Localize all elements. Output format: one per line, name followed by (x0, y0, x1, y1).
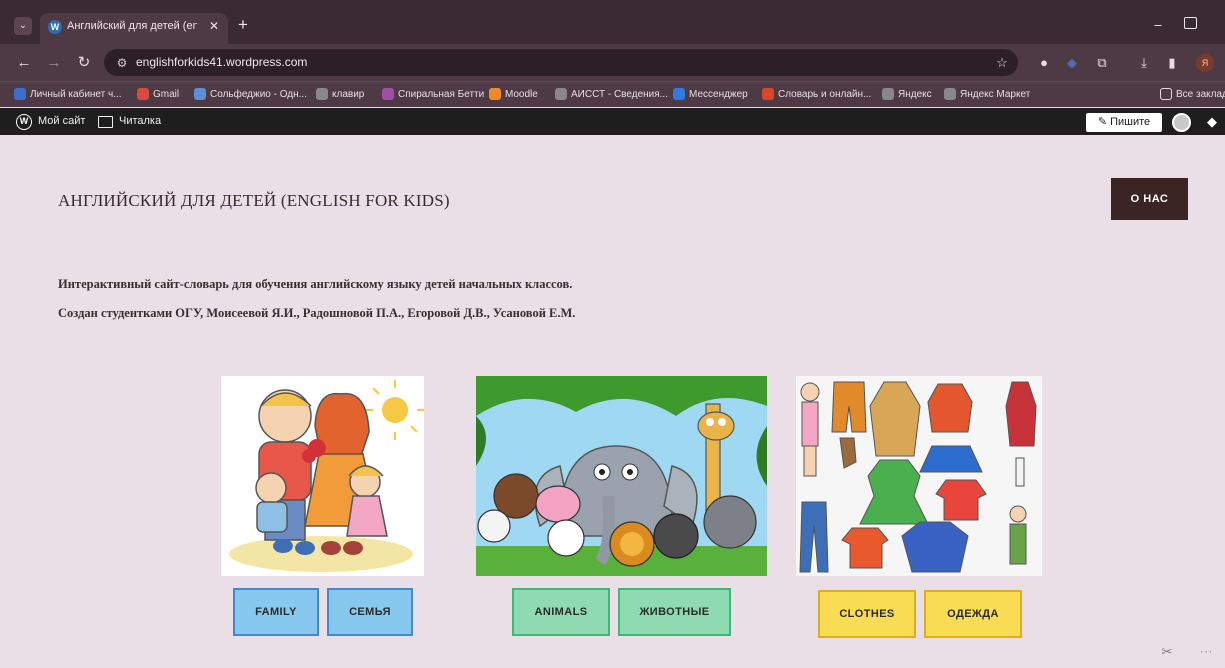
download-icon[interactable]: ⤓ (1134, 53, 1154, 73)
all-bookmarks-folder[interactable]: Все заклад (1160, 86, 1225, 102)
wp-write-button[interactable]: ✎ Пишите (1086, 113, 1162, 132)
messenger-icon (673, 88, 685, 100)
folder-icon (1160, 88, 1172, 100)
window-minimize-icon[interactable]: – (1148, 16, 1168, 34)
family-image[interactable] (221, 376, 424, 576)
bookmark-item[interactable]: Яндекс (882, 86, 932, 102)
bookmark-label: Словарь и онлайн... (778, 88, 872, 100)
animals-illustration (476, 376, 767, 576)
gmail-icon (137, 88, 149, 100)
tab-title: Английский для детей (english (67, 20, 197, 32)
tab-search-chevron-icon[interactable]: ⌄ (14, 17, 32, 35)
all-bookmarks-label: Все заклад (1176, 88, 1225, 100)
globe-icon (944, 88, 956, 100)
site-title[interactable]: АНГЛИЙСКИЙ ДЛЯ ДЕТЕЙ (ENGLISH FOR KIDS) (58, 191, 450, 213)
bookmark-label: Яндекс (898, 88, 932, 100)
bookmark-item[interactable]: Яндекс Маркет (944, 86, 1030, 102)
reader-icon[interactable] (98, 116, 113, 128)
extensions-puzzle-icon[interactable]: ⧉ (1092, 53, 1112, 73)
bookmark-label: Сольфеджио - Одн... (210, 88, 307, 100)
bookmark-item[interactable]: Мессенджер (673, 86, 748, 102)
about-us-button[interactable]: О НАС (1111, 178, 1188, 220)
extension-shield-icon[interactable]: ◆ (1062, 53, 1082, 73)
address-url[interactable]: englishforkids41.wordpress.com (136, 55, 307, 71)
notifications-bell-icon[interactable]: ◆ (1204, 114, 1220, 130)
more-options-icon[interactable]: ⋯ (1196, 643, 1216, 661)
clothes-ru-button[interactable]: ОДЕЖДА (924, 590, 1022, 638)
wp-my-site-link[interactable]: Мой сайт (38, 115, 85, 129)
bookmark-label: Gmail (153, 88, 180, 100)
side-panel-icon[interactable]: ▮ (1162, 53, 1182, 73)
bookmark-label: Спиральная Бетти (398, 88, 485, 100)
bookmark-label: Яндекс Маркет (960, 88, 1031, 100)
bookmark-item[interactable]: Личный кабинет ч... (14, 86, 122, 102)
clothes-en-button[interactable]: CLOTHES (818, 590, 916, 638)
reload-icon[interactable]: ↻ (74, 53, 94, 73)
pencil-icon: ✎ (1097, 116, 1111, 128)
bookmark-star-icon[interactable]: ☆ (992, 53, 1012, 73)
tab-close-icon[interactable]: ✕ (206, 18, 222, 34)
family-ru-button[interactable]: СЕМЬЯ (327, 588, 413, 636)
wordpress-favicon-icon: W (48, 20, 62, 34)
bookmark-label: Moodle (505, 88, 538, 100)
moodle-icon (489, 88, 501, 100)
globe-icon (316, 88, 328, 100)
site-settings-icon[interactable]: ⚙ (114, 55, 130, 71)
wp-write-label: Пишите (1110, 116, 1151, 128)
bookmark-item[interactable]: клавир (316, 86, 364, 102)
extension-globe-icon[interactable]: ● (1034, 53, 1054, 73)
bookmark-item[interactable]: Gmail (137, 86, 179, 102)
new-tab-plus-icon[interactable]: + (234, 16, 252, 34)
bookmark-label: Мессенджер (689, 88, 748, 100)
bookmark-item[interactable]: АИССТ - Сведения... (555, 86, 668, 102)
bookmark-label: АИССТ - Сведения... (571, 88, 668, 100)
family-en-button[interactable]: FAMILY (233, 588, 319, 636)
intro-text-line-1: Интерактивный сайт-словарь для обучения … (58, 277, 573, 291)
animals-ru-button[interactable]: ЖИВОТНЫЕ (618, 588, 731, 636)
cabinet-icon (14, 88, 26, 100)
clothes-illustration (796, 376, 1042, 576)
clothes-image[interactable] (796, 376, 1042, 576)
spiral-icon (382, 88, 394, 100)
wp-user-avatar[interactable] (1172, 113, 1191, 132)
window-maximize-icon[interactable] (1184, 17, 1197, 29)
animals-en-button[interactable]: ANIMALS (512, 588, 610, 636)
bookmark-item[interactable]: Словарь и онлайн... (762, 86, 871, 102)
wordpress-logo-icon[interactable]: W (16, 114, 32, 130)
globe-icon (555, 88, 567, 100)
intro-text-line-2: Создан студентками ОГУ, Моисеевой Я.И., … (58, 306, 576, 320)
bookmark-item[interactable]: Сольфеджио - Одн... (194, 86, 307, 102)
bookmark-item[interactable]: Moodle (489, 86, 538, 102)
bookmark-label: клавир (332, 88, 365, 100)
animals-image[interactable] (476, 376, 767, 576)
wp-reader-link[interactable]: Читалка (119, 115, 161, 129)
bookmark-item[interactable]: Спиральная Бетти (382, 86, 484, 102)
dictionary-icon (762, 88, 774, 100)
customize-tools-icon[interactable]: ✂ (1158, 643, 1176, 661)
solfeggio-icon (194, 88, 206, 100)
family-illustration (229, 380, 424, 572)
wp-admin-bar (0, 108, 1225, 135)
profile-avatar[interactable]: Я (1196, 54, 1214, 72)
globe-icon (882, 88, 894, 100)
forward-arrow-icon[interactable]: → (44, 53, 64, 73)
bookmark-label: Личный кабинет ч... (30, 88, 122, 100)
back-arrow-icon[interactable]: ← (14, 53, 34, 73)
